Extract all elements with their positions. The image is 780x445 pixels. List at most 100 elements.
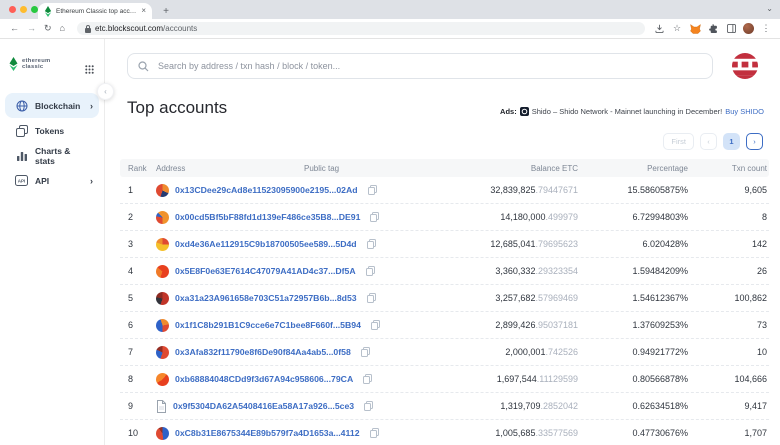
sidebar-item-api[interactable]: APIAPI› [5, 168, 99, 193]
copy-address-icon[interactable] [370, 212, 379, 222]
sidebar-item-label: Tokens [35, 126, 86, 136]
percentage-cell: 0.47730676% [578, 428, 688, 438]
column-header-public-tag: Public tag [296, 164, 386, 173]
address-cell: 0xd4e36Ae112915C9b18700505ee589...5D4d [156, 238, 296, 251]
percentage-cell: 15.58605875% [578, 185, 688, 195]
browser-window: Ethereum Classic top account × + ⌄ ← → ↻… [0, 0, 780, 445]
copy-address-icon[interactable] [371, 320, 380, 330]
address-identicon [156, 211, 169, 224]
balance-integer: 3,257,682 [495, 293, 535, 303]
address-cell: 0x00cd5Bf5bF88fd1d139eF486ce35B8...DE91 [156, 211, 296, 224]
reload-button[interactable]: ↻ [44, 24, 52, 33]
balance-integer: 14,180,000 [500, 212, 545, 222]
tab-close-icon[interactable]: × [141, 7, 146, 15]
copy-address-icon[interactable] [361, 347, 370, 357]
address-bar[interactable]: etc.blockscout.com/accounts [77, 22, 645, 35]
sidebar-item-charts-stats[interactable]: Charts & stats [5, 143, 99, 168]
browser-menu-kebab-icon[interactable]: ⋮ [760, 23, 772, 35]
browser-toolbar: ← → ↻ ⌂ etc.blockscout.com/accounts ☆ ⋮ [0, 19, 780, 39]
percentage-cell: 0.94921772% [578, 347, 688, 357]
pagination-prev-button: ‹ [700, 133, 717, 150]
txn-count-cell: 100,862 [688, 293, 769, 303]
column-header-rank: Rank [120, 164, 156, 173]
etc-logo[interactable]: ethereum classic [9, 57, 51, 71]
metamask-extension-icon[interactable] [689, 23, 701, 35]
rank-cell: 2 [120, 212, 156, 222]
copy-address-icon[interactable] [367, 239, 376, 249]
extensions-puzzle-icon[interactable] [707, 23, 719, 35]
txn-count-cell: 8 [688, 212, 769, 222]
search-input[interactable] [156, 60, 702, 72]
txn-count-cell: 73 [688, 320, 769, 330]
logo-text: ethereum classic [22, 58, 51, 71]
pagination-next-button[interactable]: › [746, 133, 763, 150]
balance-integer: 1,319,709 [500, 401, 540, 411]
sidebar-item-tokens[interactable]: Tokens [5, 118, 99, 143]
sidebar-collapse-button[interactable]: ‹ [97, 83, 114, 100]
copy-address-icon[interactable] [370, 428, 379, 438]
address-link[interactable]: 0xb68884048CDd9f3d67A94c958606...79CA [175, 374, 353, 384]
main-content: Top accounts Ads: Shido – Shido Network … [106, 39, 780, 445]
copy-address-icon[interactable] [363, 374, 372, 384]
charts-stats-icon [15, 150, 28, 162]
new-tab-button[interactable]: + [158, 3, 174, 19]
home-button[interactable]: ⌂ [60, 24, 65, 33]
sidebar-item-blockchain[interactable]: Blockchain› [5, 93, 99, 118]
browser-tab[interactable]: Ethereum Classic top account × [38, 3, 152, 19]
balance-cell: 32,839,825.79447671 [386, 185, 578, 195]
window-close-button[interactable] [9, 6, 16, 13]
address-cell: 0xC8b31E8675344E89b579f7a4D1653a...4112 [156, 427, 296, 440]
balance-decimals: .29323354 [535, 266, 578, 276]
balance-cell: 1,319,709.2852042 [386, 401, 578, 411]
rank-cell: 1 [120, 185, 156, 195]
balance-integer: 3,360,332 [495, 266, 535, 276]
balance-decimals: .57969469 [535, 293, 578, 303]
bookmark-star-icon[interactable]: ☆ [671, 23, 683, 35]
window-minimize-button[interactable] [20, 6, 27, 13]
table-row: 70x3Afa832f11790e8f6De90f84Aa4ab5...0f58… [120, 339, 769, 366]
balance-decimals: .79695623 [535, 239, 578, 249]
address-cell: 0x9f5304DA62A5408416Ea58A17a926...5ce3 [156, 400, 296, 413]
address-link[interactable]: 0x9f5304DA62A5408416Ea58A17a926...5ce3 [173, 401, 354, 411]
side-panel-icon[interactable] [725, 23, 737, 35]
window-zoom-button[interactable] [31, 6, 38, 13]
address-link[interactable]: 0x3Afa832f11790e8f6De90f84Aa4ab5...0f58 [175, 347, 351, 357]
address-link[interactable]: 0x1f1C8b291B1C9cce6e7C1bee8F660f...5B94 [175, 320, 361, 330]
balance-cell: 3,257,682.57969469 [386, 293, 578, 303]
balance-integer: 2,899,426 [495, 320, 535, 330]
txn-count-cell: 10 [688, 347, 769, 357]
ad-buy-link[interactable]: Buy SHIDO [725, 107, 764, 116]
back-button[interactable]: ← [10, 24, 19, 33]
balance-decimals: .2852042 [540, 401, 578, 411]
address-link[interactable]: 0xa31a23A961658e703C51a72957B6b...8d53 [175, 293, 357, 303]
percentage-cell: 0.80566878% [578, 374, 688, 384]
ad-banner: Ads: Shido – Shido Network - Mainnet lau… [500, 107, 764, 116]
copy-address-icon[interactable] [366, 266, 375, 276]
txn-count-cell: 104,666 [688, 374, 769, 384]
url-text: etc.blockscout.com/accounts [95, 24, 197, 33]
balance-cell: 2,899,426.95037181 [386, 320, 578, 330]
copy-address-icon[interactable] [367, 293, 376, 303]
address-link[interactable]: 0x5E8F0e63E7614C47079A41AD4c37...Df5A [175, 266, 356, 276]
address-link[interactable]: 0x13CDee29cAd8e11523095900e2195...02Ad [175, 185, 358, 195]
browser-profile-avatar[interactable] [743, 23, 754, 34]
balance-cell: 14,180,000.499979 [386, 212, 578, 222]
address-cell: 0xa31a23A961658e703C51a72957B6b...8d53 [156, 292, 296, 305]
user-identicon-avatar[interactable] [732, 53, 758, 79]
apps-grid-icon[interactable] [85, 61, 94, 79]
copy-address-icon[interactable] [368, 185, 377, 195]
address-identicon [156, 373, 169, 386]
lock-icon [85, 25, 91, 33]
address-link[interactable]: 0x00cd5Bf5bF88fd1d139eF486ce35B8...DE91 [175, 212, 360, 222]
table-row: 90x9f5304DA62A5408416Ea58A17a926...5ce31… [120, 393, 769, 420]
table-row: 60x1f1C8b291B1C9cce6e7C1bee8F660f...5B94… [120, 312, 769, 339]
download-icon[interactable] [653, 23, 665, 35]
copy-address-icon[interactable] [364, 401, 373, 411]
page-title: Top accounts [127, 98, 227, 118]
pagination-current-page: 1 [723, 133, 740, 150]
api-icon: API [15, 175, 28, 186]
address-link[interactable]: 0xd4e36Ae112915C9b18700505ee589...5D4d [175, 239, 357, 249]
tab-search-chevron-icon[interactable]: ⌄ [766, 4, 773, 13]
forward-button[interactable]: → [27, 24, 36, 33]
address-link[interactable]: 0xC8b31E8675344E89b579f7a4D1653a...4112 [175, 428, 360, 438]
